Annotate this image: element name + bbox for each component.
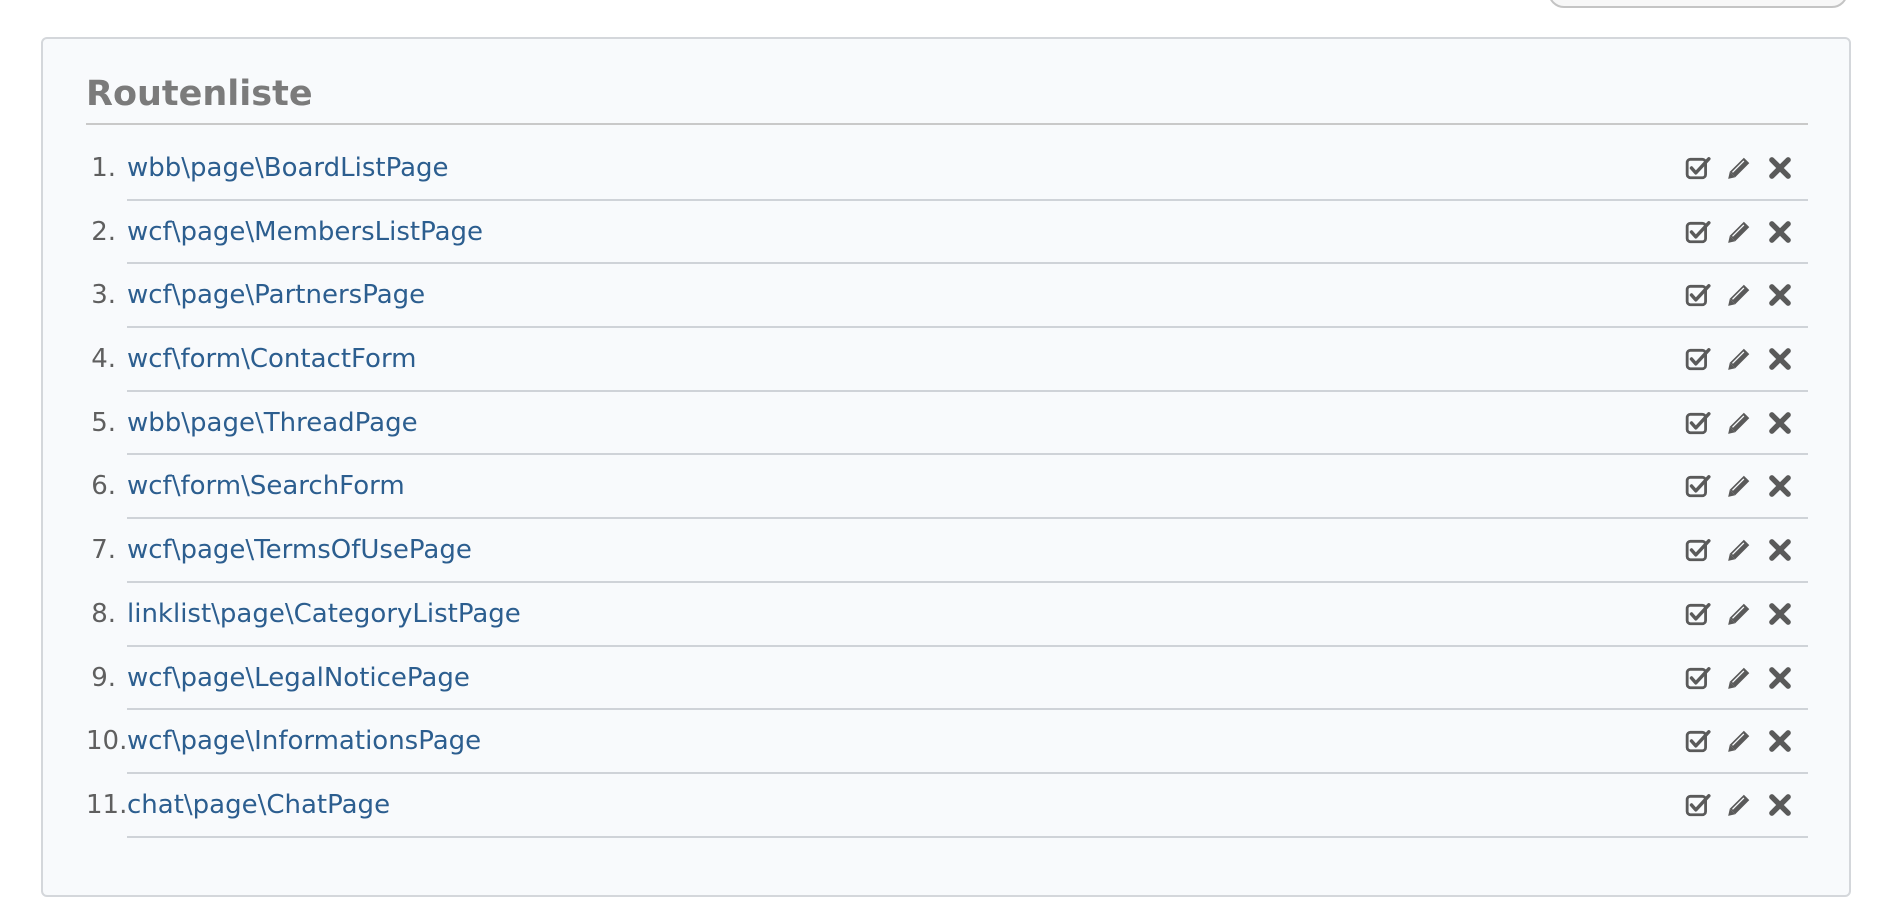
pencil-icon[interactable] [1726,473,1752,499]
check-square-icon[interactable] [1685,601,1711,627]
close-icon[interactable] [1767,601,1793,627]
route-actions [1685,537,1793,563]
route-number: 10. [86,726,128,757]
close-icon[interactable] [1767,219,1793,245]
pencil-icon[interactable] [1726,601,1752,627]
route-actions [1685,601,1793,627]
route-row: 8. linklist\page\CategoryListPage [86,583,1808,647]
route-row: 9. wcf\page\LegalNoticePage [86,647,1808,711]
check-square-icon[interactable] [1685,792,1711,818]
close-icon[interactable] [1767,155,1793,181]
route-actions [1685,728,1793,754]
close-icon[interactable] [1767,346,1793,372]
route-link[interactable]: wcf\page\PartnersPage [127,280,425,311]
pencil-icon[interactable] [1726,665,1752,691]
route-number: 2. [91,216,116,247]
route-row: 1. wbb\page\BoardListPage [86,137,1808,201]
route-link[interactable]: wcf\form\SearchForm [127,471,405,502]
route-number: 7. [91,535,116,566]
check-square-icon[interactable] [1685,728,1711,754]
route-number: 9. [91,662,116,693]
route-row: 10. wcf\page\InformationsPage [86,710,1808,774]
close-icon[interactable] [1767,537,1793,563]
top-right-button[interactable] [1548,0,1848,8]
title-divider [86,123,1808,125]
route-link[interactable]: wcf\form\ContactForm [127,344,417,375]
check-square-icon[interactable] [1685,282,1711,308]
route-link[interactable]: wbb\page\ThreadPage [127,408,418,439]
pencil-icon[interactable] [1726,537,1752,563]
route-number: 6. [91,471,116,502]
route-number: 4. [91,344,116,375]
check-square-icon[interactable] [1685,219,1711,245]
close-icon[interactable] [1767,410,1793,436]
check-square-icon[interactable] [1685,537,1711,563]
route-row: 6. wcf\form\SearchForm [86,455,1808,520]
route-row: 11. chat\page\ChatPage [86,774,1808,838]
route-link[interactable]: wcf\page\LegalNoticePage [127,663,470,694]
route-link[interactable]: wcf\page\InformationsPage [127,726,481,757]
close-icon[interactable] [1767,728,1793,754]
route-link[interactable]: chat\page\ChatPage [127,790,390,821]
pencil-icon[interactable] [1726,410,1752,436]
route-number: 3. [91,280,116,311]
route-actions [1685,665,1793,691]
route-row: 3. wcf\page\PartnersPage [86,264,1808,329]
close-icon[interactable] [1767,282,1793,308]
route-actions [1685,219,1793,245]
check-square-icon[interactable] [1685,410,1711,436]
route-actions [1685,346,1793,372]
route-number: 5. [91,407,116,438]
row-divider [127,835,1808,838]
pencil-icon[interactable] [1726,792,1752,818]
route-list: 1. wbb\page\BoardListPage 2. wcf\page\Me… [86,137,1808,838]
route-row: 5. wbb\page\ThreadPage [86,392,1808,456]
pencil-icon[interactable] [1726,282,1752,308]
route-list-panel: Routenliste 1. wbb\page\BoardListPage 2.… [41,37,1851,897]
pencil-icon[interactable] [1726,728,1752,754]
route-actions [1685,155,1793,181]
check-square-icon[interactable] [1685,665,1711,691]
route-actions [1685,410,1793,436]
route-number: 11. [86,789,128,820]
route-actions [1685,282,1793,308]
pencil-icon[interactable] [1726,346,1752,372]
pencil-icon[interactable] [1726,155,1752,181]
route-actions [1685,473,1793,499]
panel-title: Routenliste [86,74,313,114]
close-icon[interactable] [1767,792,1793,818]
check-square-icon[interactable] [1685,346,1711,372]
route-link[interactable]: linklist\page\CategoryListPage [127,599,521,630]
route-link[interactable]: wbb\page\BoardListPage [127,153,449,184]
close-icon[interactable] [1767,665,1793,691]
route-number: 8. [91,598,116,629]
close-icon[interactable] [1767,473,1793,499]
route-number: 1. [91,153,116,183]
pencil-icon[interactable] [1726,219,1752,245]
route-link[interactable]: wcf\page\TermsOfUsePage [127,535,472,566]
route-row: 2. wcf\page\MembersListPage [86,201,1808,265]
route-row: 7. wcf\page\TermsOfUsePage [86,519,1808,583]
route-row: 4. wcf\form\ContactForm [86,328,1808,392]
route-actions [1685,792,1793,818]
check-square-icon[interactable] [1685,473,1711,499]
check-square-icon[interactable] [1685,155,1711,181]
route-link[interactable]: wcf\page\MembersListPage [127,217,483,248]
